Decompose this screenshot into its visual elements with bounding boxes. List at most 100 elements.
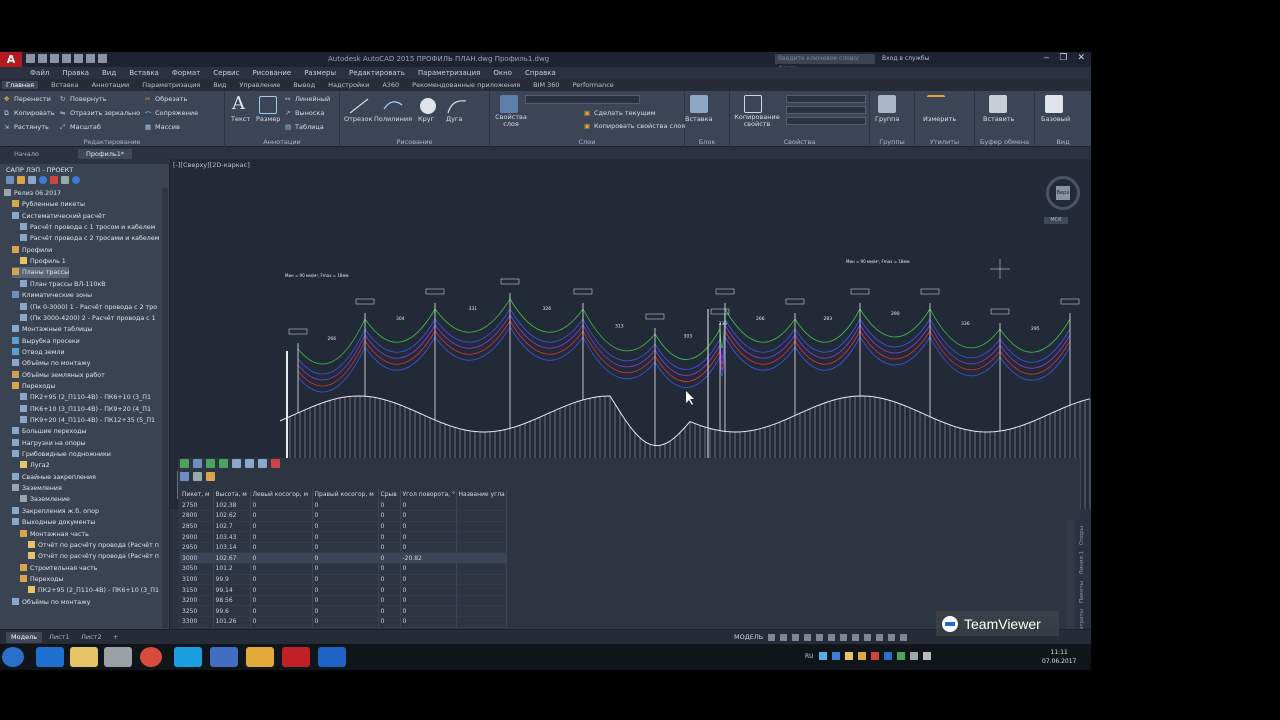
linetype-dropdown[interactable] (786, 106, 866, 114)
table-row[interactable]: 2850 102.7 0 0 0 0 (180, 521, 507, 533)
tree-item[interactable]: Вырубка просеки (12, 336, 80, 347)
lineweight-icon[interactable] (840, 633, 848, 641)
table-cell[interactable]: 0 (250, 584, 313, 596)
table-cell[interactable]: 2850 (180, 521, 214, 533)
minimize-icon[interactable]: ‒ (1044, 53, 1050, 63)
viewcube[interactable]: Верх (1046, 176, 1080, 210)
tab-layout1[interactable]: Лист1 (44, 632, 75, 643)
table-cell[interactable]: 0 (250, 605, 313, 618)
table-row[interactable]: 3000 102.67 0 0 0 -20.82 (180, 552, 507, 565)
table-cell[interactable] (456, 500, 507, 512)
table-cell[interactable]: 0 (250, 563, 313, 575)
table-cell[interactable]: 3050 (180, 563, 214, 575)
group-title-clipboard[interactable]: Буфер обмена (975, 138, 1034, 146)
paste-icon[interactable] (989, 95, 1007, 113)
polyline-button[interactable]: Полилиния (374, 115, 412, 123)
add-row-icon[interactable] (206, 459, 215, 468)
group-icon[interactable] (878, 95, 896, 113)
group-title-block[interactable]: Блок (685, 138, 729, 146)
table-cell[interactable]: 0 (250, 574, 313, 586)
side-tab[interactable]: Линия 1 (1079, 551, 1085, 574)
tray-antivirus-icon[interactable] (870, 652, 879, 660)
table-cell[interactable]: 0 (312, 521, 379, 533)
table-cell[interactable]: 0 (400, 574, 457, 586)
table-cell[interactable]: 99.14 (213, 584, 251, 596)
dimension-button-label[interactable]: Размер (256, 115, 280, 123)
tray-chat-icon[interactable] (831, 652, 840, 660)
tree-item[interactable]: Объёмы земляных работ (12, 370, 105, 381)
table-cell[interactable]: 101.26 (213, 616, 251, 628)
ribbon-tab[interactable]: Аннотации (92, 81, 130, 89)
tree-item[interactable]: Нагрузки на опоры (12, 438, 86, 449)
table-cell[interactable]: 101.2 (213, 563, 251, 575)
grid-icon[interactable] (768, 633, 776, 641)
table-row[interactable]: 3200 98.56 0 0 0 0 (180, 595, 507, 607)
otrack-icon[interactable] (828, 633, 836, 641)
tree-item[interactable]: Профиль 1 (20, 256, 66, 267)
explorer-icon[interactable] (70, 647, 98, 667)
tree-item[interactable]: ПК2+95 (2_П110-4В) - ПК6+10 (3_П1 (28, 585, 159, 596)
column-header[interactable]: Угол поворота, ° (400, 489, 457, 500)
text-button-label[interactable]: Текст (231, 115, 250, 123)
tree-item[interactable]: ПК9+20 (4_П110-4В) - ПК12+35 (5_П1 (20, 415, 155, 426)
tree-item[interactable]: Луга2 (20, 460, 50, 471)
table-cell[interactable]: 0 (250, 510, 313, 522)
autocad-taskbar-icon[interactable] (282, 647, 310, 667)
group-title-properties[interactable]: Свойства (730, 138, 869, 146)
linear-dim-button[interactable]: ↔ Линейный (285, 95, 330, 103)
column-header[interactable]: Название угла (456, 489, 507, 500)
menu-item[interactable]: Рисование (252, 69, 291, 77)
arc-button[interactable]: Дуга (446, 115, 462, 123)
move-button[interactable]: ✥ Перенести (4, 95, 51, 103)
table-cell[interactable] (456, 616, 507, 628)
open-file-icon[interactable] (38, 54, 47, 63)
table-cell[interactable]: 3250 (180, 605, 214, 618)
table-cell[interactable] (456, 531, 507, 543)
settings-icon[interactable] (61, 176, 69, 184)
tree-item[interactable]: Отвод земли (12, 347, 65, 358)
table-cell[interactable] (456, 605, 507, 618)
side-tab[interactable]: Пикеты (1079, 581, 1085, 603)
table-cell[interactable]: 0 (378, 595, 401, 607)
table-cell[interactable]: 0 (312, 595, 379, 607)
tray-network-icon[interactable] (909, 652, 918, 660)
tree-item[interactable]: Переходы (20, 574, 63, 585)
table-cell[interactable]: 0 (250, 531, 313, 543)
skype-icon[interactable] (174, 647, 202, 667)
column-header[interactable]: Срыв (378, 489, 401, 500)
column-header[interactable]: Высота, м (213, 489, 251, 500)
table-cell[interactable]: 0 (378, 510, 401, 522)
ribbon-tab[interactable]: Рекомендованные приложения (412, 81, 520, 89)
chrome-icon[interactable] (140, 647, 162, 667)
table-cell[interactable]: 2800 (180, 510, 214, 522)
table-row[interactable]: 3150 99.14 0 0 0 0 (180, 584, 507, 596)
ribbon-tab[interactable]: Управление (239, 81, 280, 89)
tab-model[interactable]: Модель (6, 632, 43, 643)
tree-item[interactable]: План трассы ВЛ-110кВ (20, 279, 106, 290)
table-cell[interactable]: 0 (400, 563, 457, 575)
table-cell[interactable]: 102.7 (213, 521, 251, 533)
tree-item[interactable]: Монтажная часть (20, 529, 89, 540)
redo-icon[interactable] (98, 54, 107, 63)
customization-icon[interactable] (900, 633, 908, 641)
save-project-icon[interactable] (28, 176, 36, 184)
tree-item[interactable]: Систематический расчёт (12, 211, 106, 222)
tree-item[interactable]: Релиз 06.2017 (4, 188, 61, 199)
model-space-toggle[interactable]: МОДЕЛЬ (734, 633, 763, 641)
table-cell[interactable] (456, 574, 507, 586)
viewcube-top-face[interactable]: Верх (1056, 186, 1070, 200)
dimension-icon[interactable] (259, 96, 277, 114)
table-cell[interactable]: 0 (250, 500, 313, 512)
tree-item[interactable]: (Пк 3000-4200) 2 - Расчёт провода с 1 (20, 313, 156, 324)
drawing-viewport[interactable]: [-][Сверху][2D-каркас] 266 304 331 326 313 30… (170, 159, 1091, 509)
table-cell[interactable] (456, 584, 507, 596)
group-title-draw[interactable]: Рисование (340, 138, 489, 146)
insert-row-icon[interactable] (219, 459, 228, 468)
tray-update-icon[interactable] (857, 652, 866, 660)
group-title-groups[interactable]: Группы (870, 138, 914, 146)
menu-item[interactable]: Параметризация (418, 69, 480, 77)
table-cell[interactable]: 0 (400, 521, 457, 533)
transparency-icon[interactable] (852, 633, 860, 641)
table-cell[interactable]: 0 (378, 584, 401, 596)
table-cell[interactable] (456, 510, 507, 522)
